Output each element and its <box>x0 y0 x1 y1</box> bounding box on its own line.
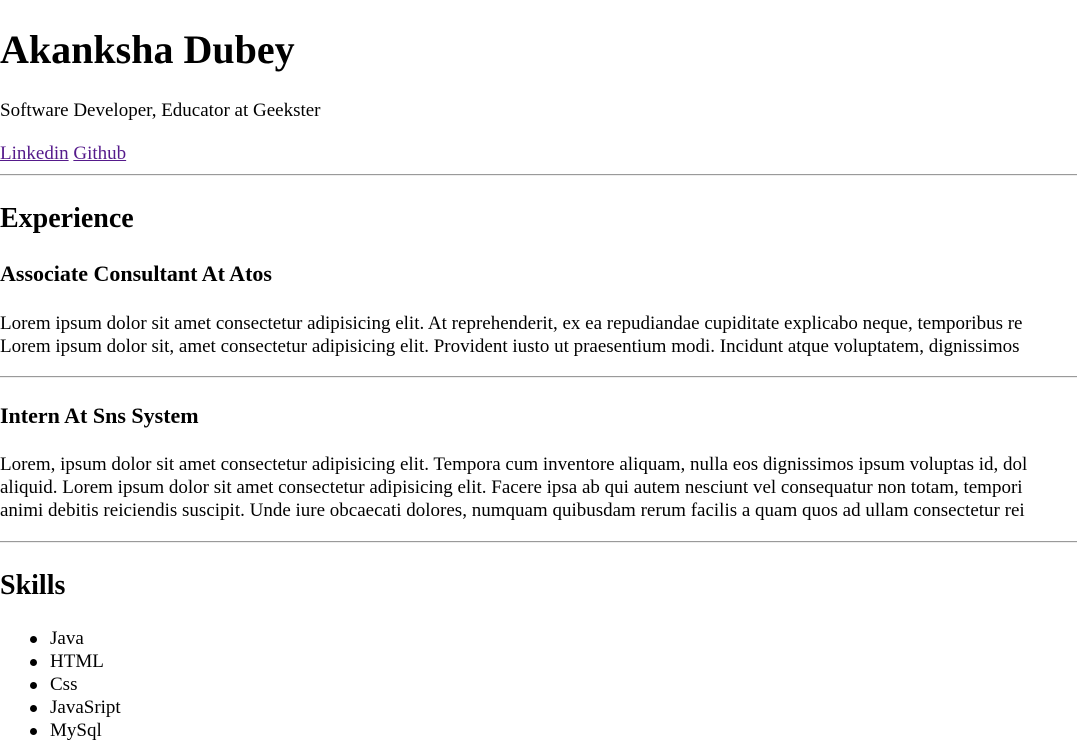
skill-item: Java <box>0 627 121 650</box>
profile-links: Linkedin Github <box>0 142 126 166</box>
skill-item: Css <box>0 673 121 696</box>
role-description-line: animi debitis reiciendis suscipit. Unde … <box>0 500 1025 521</box>
divider <box>0 174 1077 176</box>
divider <box>0 541 1077 543</box>
skill-item: JavaSript <box>0 696 121 719</box>
role-description-line: Lorem ipsum dolor sit, amet consectetur … <box>0 336 1020 357</box>
skill-label: Java <box>50 628 84 649</box>
skill-label: MySql <box>50 720 102 741</box>
skill-label: HTML <box>50 651 104 672</box>
experience-heading: Experience <box>0 203 134 234</box>
role-title-sns: Intern At Sns System <box>0 403 199 428</box>
bullet-icon <box>30 636 37 643</box>
resume-page: Akanksha Dubey Software Developer, Educa… <box>0 0 1077 753</box>
page-title: Akanksha Dubey <box>0 27 295 72</box>
role-description-line: aliquid. Lorem ipsum dolor sit amet cons… <box>0 477 1023 498</box>
role-title-atos: Associate Consultant At Atos <box>0 261 272 286</box>
skill-item: MySql <box>0 719 121 742</box>
role-description-line: Lorem ipsum dolor sit amet consectetur a… <box>0 313 1023 334</box>
linkedin-link[interactable]: Linkedin <box>0 143 69 164</box>
bullet-icon <box>30 728 37 735</box>
skills-heading: Skills <box>0 570 66 601</box>
skill-item: HTML <box>0 650 121 673</box>
role-description-line: Lorem, ipsum dolor sit amet consectetur … <box>0 454 1028 475</box>
bullet-icon <box>30 682 37 689</box>
skills-list: Java HTML Css JavaSript MySql <box>0 627 121 742</box>
bullet-icon <box>30 659 37 666</box>
github-link[interactable]: Github <box>73 143 126 164</box>
divider <box>0 376 1077 378</box>
skill-label: Css <box>50 674 78 695</box>
bullet-icon <box>30 705 37 712</box>
subtitle: Software Developer, Educator at Geekster <box>0 100 321 121</box>
skill-label: JavaSript <box>50 697 121 718</box>
